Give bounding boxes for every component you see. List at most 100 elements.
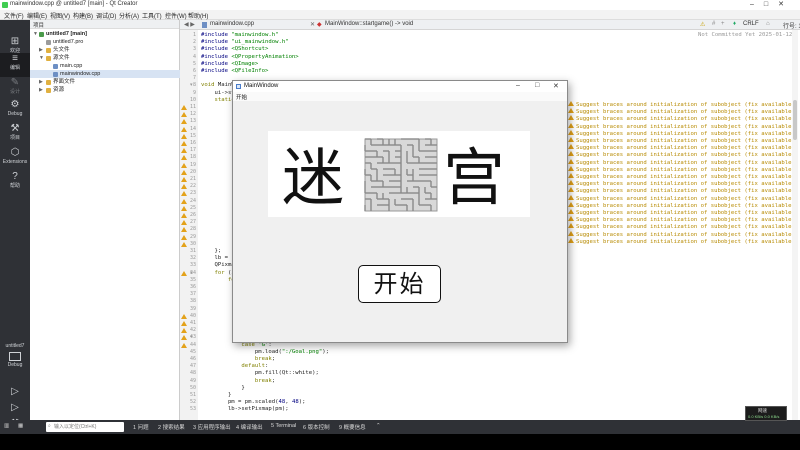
- fold-marker-icon[interactable]: ▾: [190, 270, 193, 276]
- folder-icon: [46, 79, 51, 85]
- menu-debug[interactable]: 调试(D): [96, 11, 116, 20]
- debug-run-icon[interactable]: ▷: [9, 402, 21, 414]
- tab-compile-output[interactable]: 4 编译输出: [236, 423, 263, 431]
- tree-item-main-cpp[interactable]: main.cpp: [30, 62, 180, 70]
- tree-item-forms[interactable]: ▶ 界面文件: [30, 78, 180, 86]
- mode-extensions[interactable]: ⬡ Extensions: [0, 147, 30, 171]
- add-icon[interactable]: +: [721, 21, 725, 27]
- warning-marker-icon[interactable]: [181, 105, 187, 110]
- sidebar-toggle-icon[interactable]: ▥: [4, 423, 9, 429]
- symbol-selector[interactable]: MainWindow::startgame() -> void: [325, 21, 413, 27]
- mode-design[interactable]: ✎ 设计: [0, 77, 30, 101]
- menu-edit[interactable]: 编辑(E): [27, 11, 47, 20]
- scrollbar-thumb[interactable]: [793, 100, 797, 140]
- kit-selector[interactable]: untitled7 Debug: [0, 343, 30, 368]
- warning-marker-icon[interactable]: [181, 313, 187, 319]
- warning-marker-icon[interactable]: [181, 155, 187, 161]
- close-icon[interactable]: ✕: [553, 82, 559, 90]
- warning-marker-icon[interactable]: [181, 126, 187, 132]
- warning-marker-icon[interactable]: [181, 342, 187, 348]
- mode-help[interactable]: ? 帮助: [0, 171, 30, 195]
- sync-icon[interactable]: ♦: [733, 21, 736, 27]
- cpp-file-icon: [53, 63, 58, 69]
- tree-item-pro-file[interactable]: untitled7.pro: [30, 38, 180, 46]
- menu-build[interactable]: 构建(B): [73, 11, 93, 20]
- fold-marker-icon[interactable]: ▾: [190, 82, 193, 88]
- net-widget-value: 0.0 KB/s 0.0 KB/s: [748, 414, 780, 419]
- warning-marker-icon[interactable]: [181, 119, 187, 125]
- warning-marker-icon[interactable]: [181, 198, 187, 204]
- warning-marker-icon[interactable]: [181, 148, 187, 154]
- code-line: fo: [201, 277, 235, 284]
- menu-analyze[interactable]: 分析(A): [119, 11, 139, 20]
- chevron-right-icon[interactable]: ▶: [39, 78, 45, 86]
- tab-terminal[interactable]: 5 Terminal: [271, 423, 296, 429]
- warning-icon[interactable]: ⚠: [700, 21, 705, 28]
- chevron-right-icon[interactable]: ▶: [39, 86, 45, 94]
- mode-edit[interactable]: ≡ 编辑: [0, 53, 30, 77]
- bookmark-icon[interactable]: ⌂: [766, 21, 770, 27]
- close-icon[interactable]: ✕: [310, 21, 315, 28]
- tab-issues[interactable]: 1 问题: [133, 423, 149, 431]
- tree-item-resources[interactable]: ▶ 资源: [30, 86, 180, 94]
- warning-marker-icon[interactable]: [181, 184, 187, 190]
- warning-marker-icon[interactable]: [181, 335, 187, 341]
- editor-scrollbar[interactable]: [792, 30, 798, 420]
- chevron-right-icon[interactable]: ▶: [39, 46, 45, 54]
- mode-projects[interactable]: ⚒ 项目: [0, 123, 30, 147]
- tab-general-messages[interactable]: 9 概要信息: [339, 423, 366, 431]
- warning-marker-icon[interactable]: [181, 270, 187, 276]
- warning-marker-icon[interactable]: [181, 133, 187, 139]
- warning-marker-icon[interactable]: [181, 234, 187, 240]
- menu-help[interactable]: 帮助(H): [188, 11, 208, 20]
- app-menu-start[interactable]: 开始: [236, 93, 247, 101]
- code-line: static: [201, 97, 234, 104]
- chevron-down-icon[interactable]: ▼: [39, 54, 45, 62]
- project-tree: ▼ untitled7 [main] untitled7.pro ▶ 头文件 ▼…: [30, 30, 180, 94]
- warning-marker-icon[interactable]: [181, 241, 187, 247]
- warning-marker-icon[interactable]: [181, 191, 187, 197]
- chevron-up-icon[interactable]: ⌃: [376, 423, 381, 429]
- tab-application-output[interactable]: 3 应用程序输出: [193, 423, 231, 431]
- window-controls[interactable]: –□✕: [750, 0, 794, 8]
- tree-item-headers[interactable]: ▶ 头文件: [30, 46, 180, 54]
- locator-input[interactable]: [46, 422, 124, 432]
- maximize-icon[interactable]: □: [535, 82, 539, 89]
- warning-marker-icon[interactable]: [181, 112, 187, 118]
- warning-marker-icon[interactable]: [181, 321, 187, 326]
- warning-marker-icon[interactable]: [181, 162, 187, 168]
- tab-version-control[interactable]: 6 版本控制: [303, 423, 330, 431]
- warning-marker-icon[interactable]: [181, 169, 187, 175]
- nav-back-icon[interactable]: ◀ ▶: [184, 21, 195, 28]
- tree-item-project[interactable]: ▼ untitled7 [main]: [30, 30, 180, 38]
- warning-marker-icon[interactable]: [181, 227, 187, 233]
- code-line: #include <QShortcut>: [201, 46, 268, 53]
- start-game-button[interactable]: 开始: [358, 265, 441, 303]
- cursor-position[interactable]: 行号: 1, 列号: 1: [783, 21, 800, 30]
- warning-marker-icon[interactable]: [181, 141, 187, 146]
- warning-annotation[interactable]: Suggest braces around initialization of …: [568, 237, 795, 246]
- menu-controls[interactable]: 控件(W): [165, 11, 187, 20]
- file-encoding-icon[interactable]: #: [712, 21, 715, 27]
- sidebar-right-icon[interactable]: ▦: [18, 423, 23, 429]
- mode-debug[interactable]: ⚙ Debug: [0, 99, 30, 123]
- locator-box[interactable]: ⌕: [46, 422, 124, 432]
- tab-search-results[interactable]: 2 搜索结果: [158, 423, 185, 431]
- code-token: ,: [285, 399, 292, 406]
- tree-item-sources[interactable]: ▼ 源文件: [30, 54, 180, 62]
- warning-marker-icon[interactable]: [181, 205, 187, 211]
- warning-marker-icon[interactable]: [181, 328, 187, 334]
- menu-view[interactable]: 视图(V): [50, 11, 70, 20]
- warning-icon: [568, 144, 574, 150]
- tree-item-mainwindow-cpp[interactable]: mainwindow.cpp: [30, 70, 180, 78]
- menu-file[interactable]: 文件(F): [4, 11, 24, 20]
- warning-marker-icon[interactable]: [181, 220, 187, 226]
- editor-file-tab[interactable]: mainwindow.cpp: [210, 21, 254, 27]
- menu-tools[interactable]: 工具(T): [142, 11, 162, 20]
- minimize-icon[interactable]: –: [516, 82, 520, 89]
- line-ending-selector[interactable]: CRLF: [743, 21, 759, 27]
- warning-marker-icon[interactable]: [181, 213, 187, 218]
- fold-marker-icon[interactable]: ▾: [190, 334, 193, 340]
- warning-marker-icon[interactable]: [181, 177, 187, 182]
- run-icon[interactable]: ▷: [9, 386, 21, 398]
